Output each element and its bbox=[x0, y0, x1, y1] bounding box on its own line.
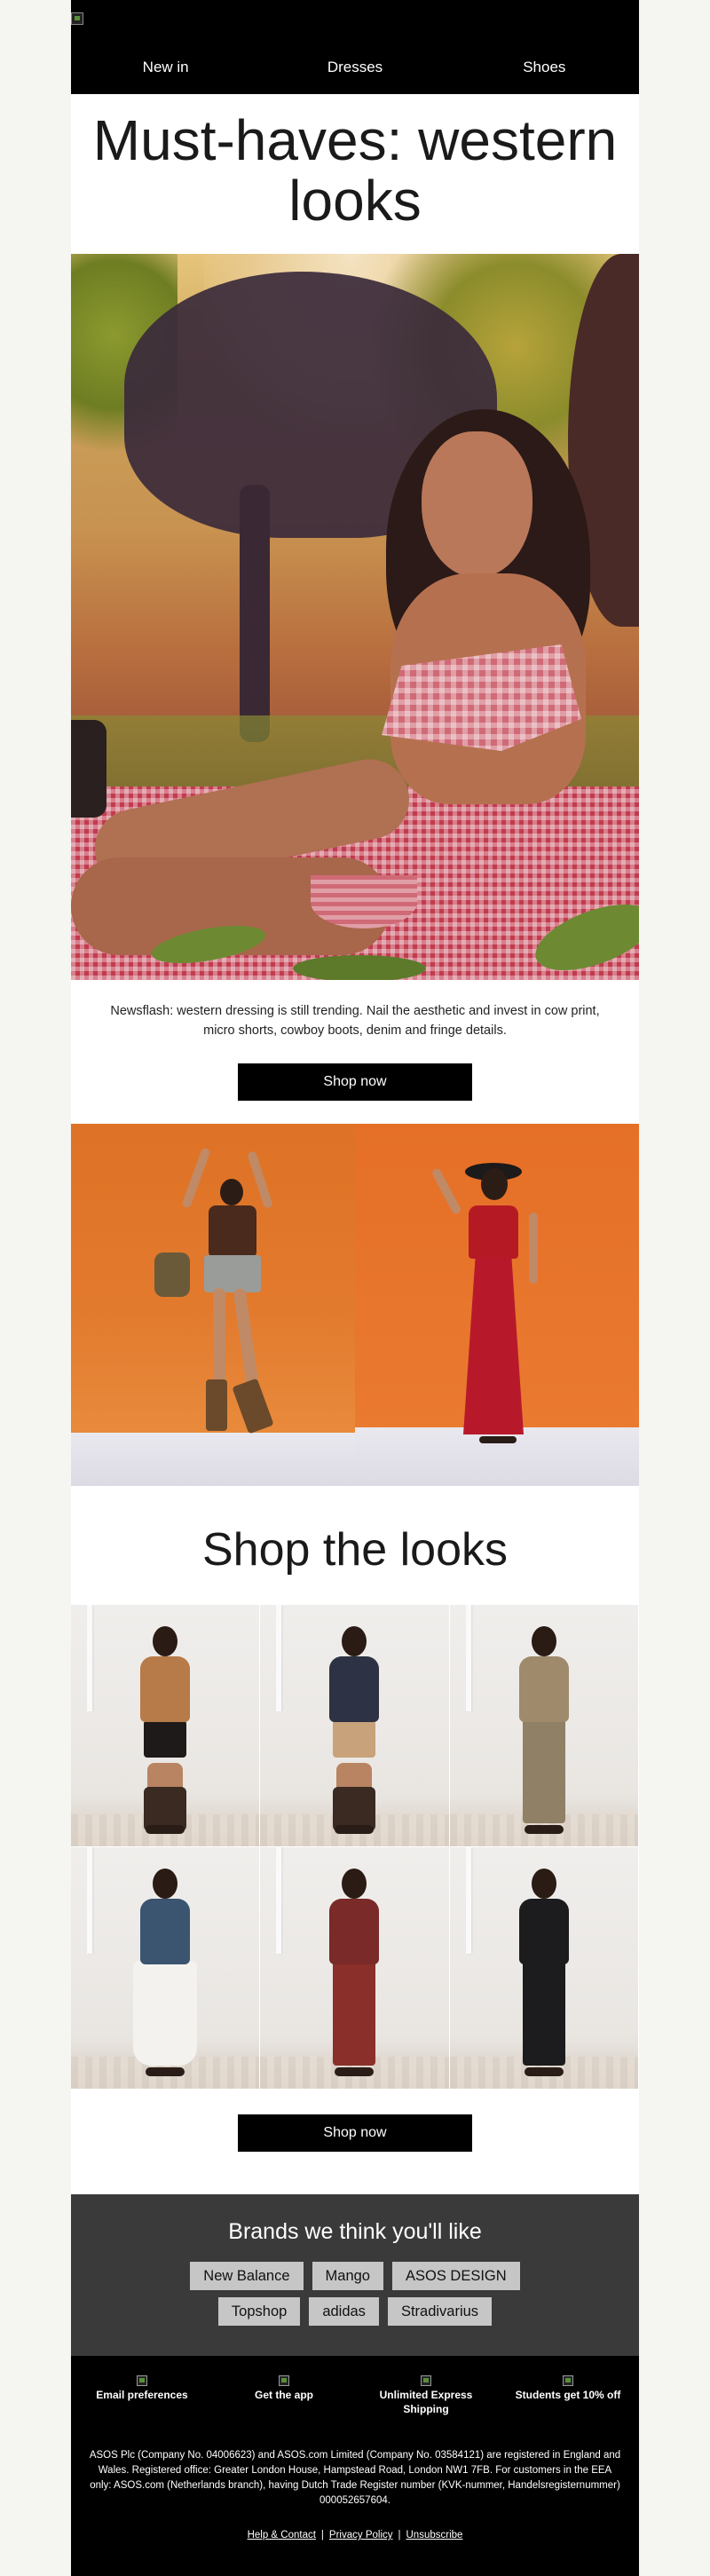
shop-the-looks-title: Shop the looks bbox=[201, 1524, 509, 1576]
look-product-image[interactable] bbox=[450, 1605, 639, 1847]
perk-email-preferences[interactable]: Email preferences bbox=[71, 2375, 213, 2416]
perk-label: Get the app bbox=[254, 2389, 313, 2401]
brand-chip-topshop[interactable]: Topshop bbox=[217, 2297, 301, 2326]
footer-perks: Email preferences Get the app Unlimited … bbox=[71, 2375, 639, 2416]
shop-now-button-secondary[interactable]: Shop now bbox=[238, 2114, 472, 2152]
email-preferences-icon bbox=[137, 2375, 147, 2386]
perk-students-discount[interactable]: Students get 10% off bbox=[497, 2375, 639, 2416]
link-separator: | bbox=[398, 2530, 401, 2540]
app-icon bbox=[279, 2375, 289, 2386]
nav-shoes[interactable]: Shoes bbox=[450, 59, 639, 76]
email-container: New in Dresses Shoes Must-haves: western… bbox=[71, 0, 639, 2576]
header-bar: New in Dresses Shoes bbox=[71, 0, 639, 94]
footer-links: Help & Contact | Privacy Policy | Unsubscrib… bbox=[71, 2530, 639, 2540]
shop-now-button-primary[interactable]: Shop now bbox=[238, 1063, 472, 1101]
page-title: Must-haves: western looks bbox=[92, 108, 618, 233]
feature-image-fringe-outfit[interactable] bbox=[71, 1124, 355, 1486]
look-product-image[interactable] bbox=[260, 1847, 450, 2090]
privacy-policy-link[interactable]: Privacy Policy bbox=[329, 2530, 393, 2540]
top-nav: New in Dresses Shoes bbox=[71, 59, 639, 76]
perk-get-the-app[interactable]: Get the app bbox=[213, 2375, 355, 2416]
perk-label: Students get 10% off bbox=[515, 2389, 621, 2401]
brand-chip-mango[interactable]: Mango bbox=[312, 2262, 383, 2290]
brands-row-1: New Balance Mango ASOS DESIGN bbox=[71, 2262, 639, 2290]
feature-images bbox=[71, 1124, 639, 1486]
nav-new-in[interactable]: New in bbox=[71, 59, 260, 76]
brand-chip-adidas[interactable]: adidas bbox=[309, 2297, 379, 2326]
brands-section: Brands we think you'll like New Balance … bbox=[71, 2194, 639, 2356]
brands-heading: Brands we think you'll like bbox=[228, 2219, 482, 2244]
look-product-image[interactable] bbox=[71, 1605, 260, 1847]
brand-chip-stradivarius[interactable]: Stradivarius bbox=[387, 2297, 493, 2326]
link-separator: | bbox=[320, 2530, 324, 2540]
perk-label: Unlimited Express Shipping bbox=[379, 2389, 473, 2415]
footer: Email preferences Get the app Unlimited … bbox=[71, 2356, 639, 2576]
legal-text: ASOS Plc (Company No. 04006623) and ASOS… bbox=[89, 2450, 621, 2506]
look-product-image[interactable] bbox=[450, 1847, 639, 2090]
hero-image[interactable] bbox=[71, 254, 639, 980]
perk-unlimited-express-shipping[interactable]: Unlimited Express Shipping bbox=[355, 2375, 497, 2416]
help-contact-link[interactable]: Help & Contact bbox=[248, 2530, 316, 2540]
student-icon bbox=[563, 2375, 573, 2386]
feature-image-red-dress[interactable] bbox=[355, 1124, 639, 1486]
shipping-icon bbox=[421, 2375, 431, 2386]
brand-chip-asos-design[interactable]: ASOS DESIGN bbox=[391, 2262, 520, 2290]
look-product-image[interactable] bbox=[260, 1605, 450, 1847]
intro-text: Newsflash: western dressing is still tre… bbox=[110, 1004, 600, 1038]
look-product-image[interactable] bbox=[71, 1847, 260, 2090]
unsubscribe-link[interactable]: Unsubscribe bbox=[406, 2530, 463, 2540]
brand-chip-new-balance[interactable]: New Balance bbox=[190, 2262, 304, 2290]
broken-logo-image-icon[interactable] bbox=[71, 12, 83, 25]
looks-grid bbox=[71, 1605, 639, 2090]
perk-label: Email preferences bbox=[96, 2389, 188, 2401]
nav-dresses[interactable]: Dresses bbox=[260, 59, 449, 76]
brands-row-2: Topshop adidas Stradivarius bbox=[71, 2297, 639, 2326]
